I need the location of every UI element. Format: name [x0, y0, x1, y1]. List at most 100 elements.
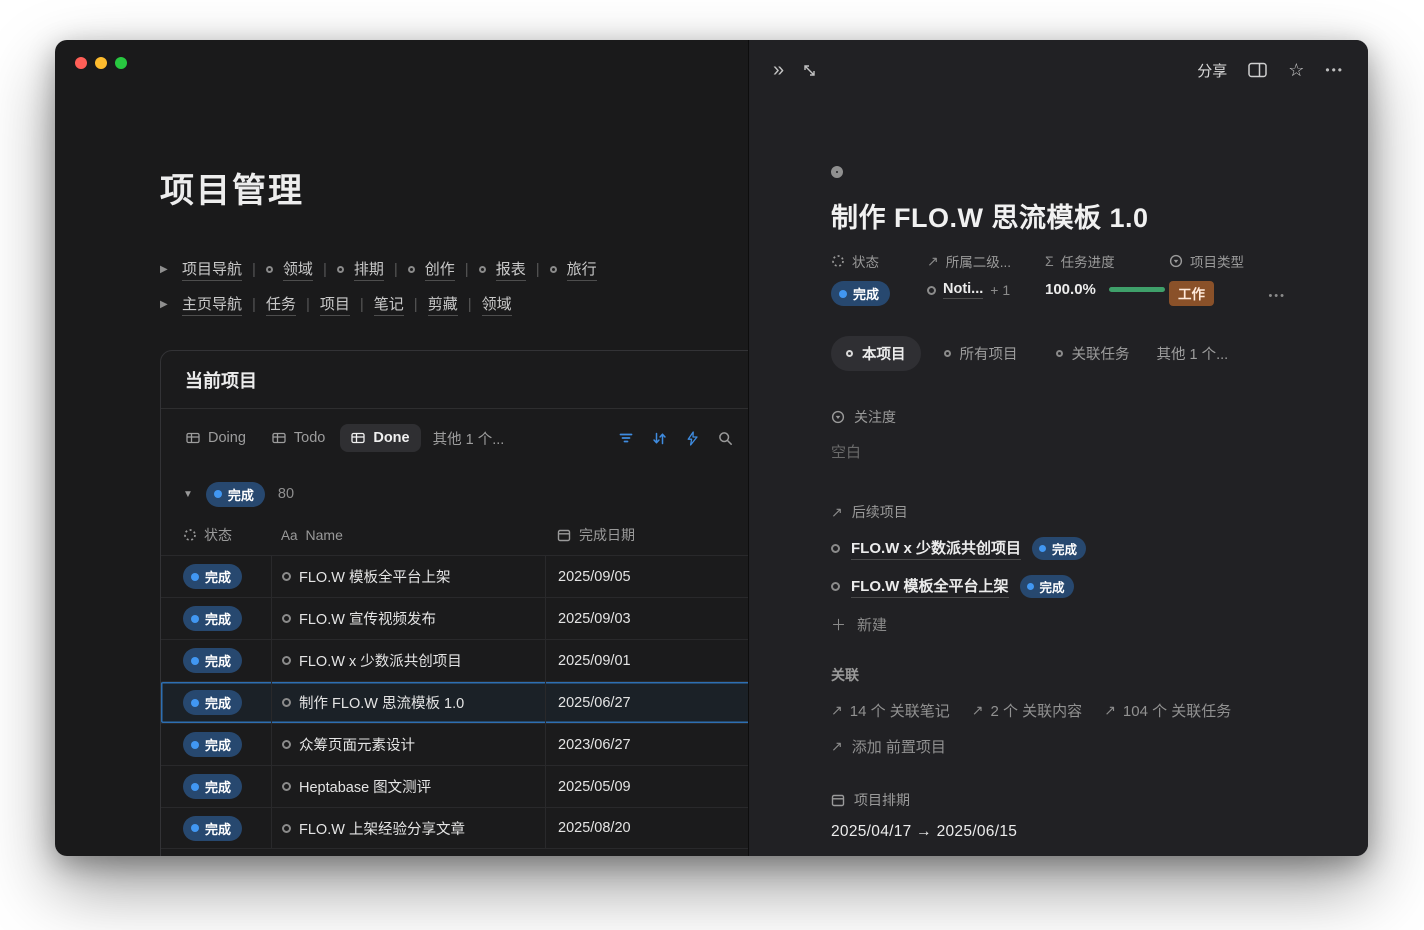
- property-progress-label[interactable]: Σ 任务进度: [1045, 251, 1169, 271]
- table-row[interactable]: 完成 Heptabase 图文测评 2025/05/09: [161, 765, 849, 807]
- nav-link-notes[interactable]: 笔记: [374, 293, 404, 316]
- row-title[interactable]: FLO.W 宣传视频发布: [299, 608, 436, 629]
- schedule-property-label[interactable]: 项目排期: [831, 790, 1286, 810]
- close-peek-icon[interactable]: »: [773, 60, 784, 80]
- row-title[interactable]: FLO.W 模板全平台上架: [299, 566, 450, 587]
- followup-page-link[interactable]: FLO.W x 少数派共创项目: [851, 537, 1021, 560]
- property-parent-value[interactable]: Noti... + 1: [927, 281, 1045, 299]
- status-badge[interactable]: 完成: [183, 606, 242, 631]
- title-property-icon: Aa: [281, 528, 298, 543]
- related-notes-link[interactable]: ↗ 14 个 关联笔记: [831, 700, 950, 721]
- property-type-label[interactable]: 项目类型: [1169, 251, 1257, 271]
- nav-link-domain2[interactable]: 领域: [482, 293, 512, 316]
- peek-page-title[interactable]: 制作 FLO.W 思流模板 1.0: [831, 196, 1286, 235]
- nav-link-travel[interactable]: 旅行: [567, 258, 597, 281]
- property-progress-value[interactable]: 100.0%: [1045, 281, 1169, 298]
- table-row[interactable]: 完成 FLO.W 上架经验分享文章 2025/08/20: [161, 807, 849, 849]
- row-title[interactable]: FLO.W 上架经验分享文章: [299, 818, 465, 839]
- status-badge[interactable]: 完成: [183, 816, 242, 841]
- toggle-triangle-icon[interactable]: ▶: [160, 299, 172, 310]
- row-date[interactable]: 2025/06/27: [558, 695, 631, 711]
- property-label-text: 状态: [852, 251, 879, 271]
- more-tabs-button[interactable]: 其他 1 个...: [1157, 343, 1229, 364]
- automation-bolt-icon[interactable]: [686, 431, 699, 446]
- close-window-button[interactable]: [75, 57, 87, 69]
- property-parent-label[interactable]: ↗ 所属二级...: [927, 251, 1045, 271]
- page-ring-icon: [550, 266, 557, 273]
- group-status-badge[interactable]: 完成: [206, 482, 265, 507]
- toggle-triangle-icon[interactable]: ▶: [160, 264, 172, 275]
- view-tab-done[interactable]: Done: [340, 424, 420, 452]
- schedule-date-range[interactable]: 2025/04/17 → 2025/06/15: [831, 823, 1286, 841]
- status-badge[interactable]: 完成: [183, 732, 242, 757]
- search-icon[interactable]: [718, 431, 733, 446]
- page-icon[interactable]: [831, 166, 843, 178]
- tab-this-project[interactable]: 本项目: [831, 336, 921, 371]
- table-row-selected[interactable]: 完成 制作 FLO.W 思流模板 1.0 2025/06/27: [161, 681, 849, 723]
- nav-link-projects[interactable]: 项目: [320, 293, 350, 316]
- nav-link-domain[interactable]: 领域: [283, 258, 313, 281]
- calendar-icon: [557, 528, 571, 542]
- property-status-value[interactable]: 完成: [831, 281, 927, 306]
- row-date[interactable]: 2025/09/05: [558, 569, 631, 585]
- row-title[interactable]: FLO.W x 少数派共创项目: [299, 650, 462, 671]
- view-tab-doing[interactable]: Doing: [175, 424, 257, 452]
- row-date[interactable]: 2025/09/03: [558, 611, 631, 627]
- attention-empty-value[interactable]: 空白: [831, 441, 1286, 462]
- row-title[interactable]: 众筹页面元素设计: [299, 734, 415, 755]
- nav-link-project-nav[interactable]: 项目导航: [182, 258, 242, 281]
- nav-link-tasks[interactable]: 任务: [266, 293, 296, 316]
- tab-related-tasks[interactable]: 关联任务: [1041, 336, 1145, 371]
- nav-link-clips[interactable]: 剪藏: [428, 293, 458, 316]
- row-date[interactable]: 2025/08/20: [558, 820, 631, 836]
- row-title[interactable]: Heptabase 图文测评: [299, 776, 431, 797]
- table-row[interactable]: 完成 FLO.W x 少数派共创项目 2025/09/01: [161, 639, 849, 681]
- nav-link-schedule[interactable]: 排期: [354, 258, 384, 281]
- new-followup-button[interactable]: ＋ 新建: [831, 614, 1286, 635]
- table-row[interactable]: 完成 FLO.W 宣传视频发布 2025/09/03: [161, 597, 849, 639]
- view-tab-todo[interactable]: Todo: [261, 424, 336, 452]
- property-status-label[interactable]: 状态: [831, 251, 927, 271]
- side-peek-layout-icon[interactable]: [1248, 62, 1267, 78]
- favorite-star-icon[interactable]: ☆: [1288, 60, 1304, 81]
- followup-item[interactable]: FLO.W 模板全平台上架 完成: [831, 575, 1286, 598]
- table-row[interactable]: 完成 FLO.W 模板全平台上架 2025/09/05: [161, 555, 849, 597]
- relation-arrow-icon: ↗: [1104, 702, 1116, 719]
- related-tasks-link[interactable]: ↗ 104 个 关联任务: [1104, 700, 1231, 721]
- row-title[interactable]: 制作 FLO.W 思流模板 1.0: [299, 692, 464, 713]
- status-badge[interactable]: 完成: [183, 774, 242, 799]
- add-predecessor-button[interactable]: ↗ 添加 前置项目: [831, 736, 1286, 757]
- more-properties-icon[interactable]: •••: [1268, 290, 1286, 306]
- expand-page-icon[interactable]: [802, 63, 817, 78]
- followup-projects-label[interactable]: ↗ 后续项目: [831, 502, 1286, 522]
- zoom-window-button[interactable]: [115, 57, 127, 69]
- share-button[interactable]: 分享: [1197, 60, 1227, 81]
- parent-page-link[interactable]: Noti...: [943, 281, 983, 299]
- nav-link-report[interactable]: 报表: [496, 258, 526, 281]
- attention-property-label[interactable]: 关注度: [831, 407, 1286, 427]
- followup-page-link[interactable]: FLO.W 模板全平台上架: [851, 575, 1009, 598]
- status-badge[interactable]: 完成: [183, 690, 242, 715]
- row-date[interactable]: 2025/09/01: [558, 653, 631, 669]
- row-date[interactable]: 2025/05/09: [558, 779, 631, 795]
- filter-icon[interactable]: [619, 431, 633, 445]
- nav-link-create[interactable]: 创作: [425, 258, 455, 281]
- column-header-status[interactable]: 状态: [161, 525, 271, 545]
- table-header: 状态 Aa Name 完成日期: [161, 515, 849, 555]
- sort-icon[interactable]: [652, 431, 667, 446]
- page-ring-icon: [408, 266, 415, 273]
- tab-all-projects[interactable]: 所有项目: [929, 336, 1033, 371]
- table-row[interactable]: 完成 众筹页面元素设计 2023/06/27: [161, 723, 849, 765]
- more-options-icon[interactable]: •••: [1325, 63, 1344, 77]
- status-badge[interactable]: 完成: [183, 648, 242, 673]
- group-toggle-icon[interactable]: ▼: [183, 489, 193, 500]
- row-date[interactable]: 2023/06/27: [558, 737, 631, 753]
- status-badge[interactable]: 完成: [183, 564, 242, 589]
- related-content-link[interactable]: ↗ 2 个 关联内容: [972, 700, 1082, 721]
- column-header-name[interactable]: Aa Name: [271, 527, 545, 543]
- more-views-button[interactable]: 其他 1 个...: [433, 428, 505, 449]
- property-type-value[interactable]: 工作: [1169, 281, 1257, 306]
- followup-item[interactable]: FLO.W x 少数派共创项目 完成: [831, 537, 1286, 560]
- nav-link-home-nav[interactable]: 主页导航: [182, 293, 242, 316]
- minimize-window-button[interactable]: [95, 57, 107, 69]
